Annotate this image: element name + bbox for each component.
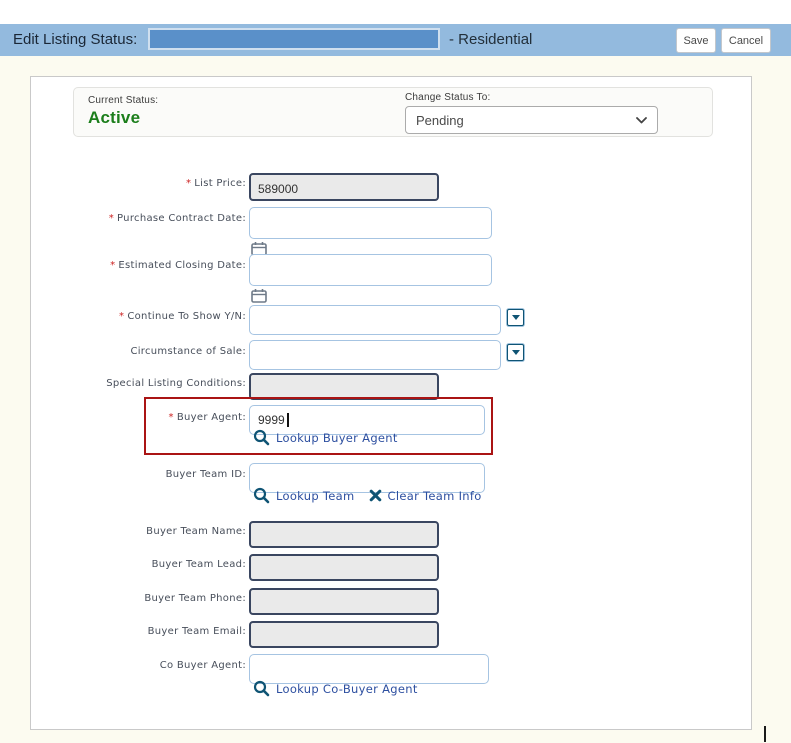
co-buyer-agent-label: Co Buyer Agent: [159,660,246,671]
special-listing-conditions-label: Special Listing Conditions: [106,378,246,389]
header-bar: Edit Listing Status: - Residential Save … [0,24,791,56]
list-price-field [249,173,439,201]
current-status-group: Current Status: Active [88,95,158,128]
list-price-label: * List Price: [185,178,246,189]
buyer-team-name-field [249,521,439,548]
property-type-label: - Residential [449,31,533,48]
page-title: Edit Listing Status: [13,31,138,48]
required-marker: * [185,178,192,189]
current-status-value: Active [88,108,141,127]
buyer-team-name-label: Buyer Team Name: [146,526,246,537]
listing-address-redacted [148,28,440,50]
special-listing-conditions-field [249,373,439,400]
purchase-contract-date-field[interactable] [249,207,492,239]
change-status-label: Change Status To: [405,92,491,103]
magnifier-icon[interactable] [253,487,270,504]
buyer-team-phone-label: Buyer Team Phone: [144,593,246,604]
edit-status-panel: Current Status: Active Change Status To:… [30,76,752,730]
required-marker: * [108,213,115,224]
buyer-team-id-label: Buyer Team ID: [165,469,246,480]
change-status-selected-value: Pending [416,112,464,128]
buyer-team-lead-label: Buyer Team Lead: [151,559,246,570]
circumstance-of-sale-label: Circumstance of Sale: [130,346,246,357]
cancel-button[interactable]: Cancel [721,28,771,53]
clear-team-info-link[interactable]: Clear Team Info [388,489,482,503]
continue-to-show-label: * Continue To Show Y/N: [119,311,246,322]
circumstance-of-sale-field[interactable] [249,340,501,370]
lookup-co-buyer-agent-link[interactable]: Lookup Co-Buyer Agent [276,682,418,696]
buyer-team-phone-field [249,588,439,615]
magnifier-icon[interactable] [253,429,270,446]
purchase-contract-date-label: * Purchase Contract Date: [108,213,246,224]
lookup-co-buyer-agent-row: Lookup Co-Buyer Agent [253,680,418,697]
buyer-agent-label: * Buyer Agent: [168,412,246,423]
buyer-team-email-label: Buyer Team Email: [147,626,246,637]
buyer-team-email-field [249,621,439,648]
lookup-buyer-agent-link[interactable]: Lookup Buyer Agent [276,431,398,445]
team-links-row: Lookup Team Clear Team Info [253,487,482,504]
change-status-group: Change Status To: Pending [405,92,658,134]
estimated-closing-date-label: * Estimated Closing Date: [110,260,246,271]
lookup-buyer-agent-row: Lookup Buyer Agent [253,429,398,446]
screen: Edit Listing Status: - Residential Save … [0,0,791,743]
status-summary-box: Current Status: Active Change Status To:… [73,87,713,137]
chevron-down-icon [636,116,647,124]
current-status-label: Current Status: [88,95,159,106]
down-triangle-icon [511,350,520,355]
estimated-closing-date-field[interactable] [249,254,492,286]
save-button[interactable]: Save [676,28,716,53]
continue-to-show-field[interactable] [249,305,501,335]
x-mark-icon[interactable] [369,489,382,502]
change-status-select[interactable]: Pending [405,106,658,134]
down-triangle-icon [511,315,520,320]
magnifier-icon[interactable] [253,680,270,697]
continue-to-show-dropdown-button[interactable] [507,309,524,326]
lookup-team-link[interactable]: Lookup Team [276,489,355,503]
stray-text-cursor [764,726,766,742]
buyer-team-lead-field [249,554,439,581]
required-marker: * [119,311,125,322]
required-marker: * [168,412,174,423]
required-marker: * [110,260,116,271]
circumstance-of-sale-dropdown-button[interactable] [507,344,524,361]
text-cursor [287,413,289,427]
